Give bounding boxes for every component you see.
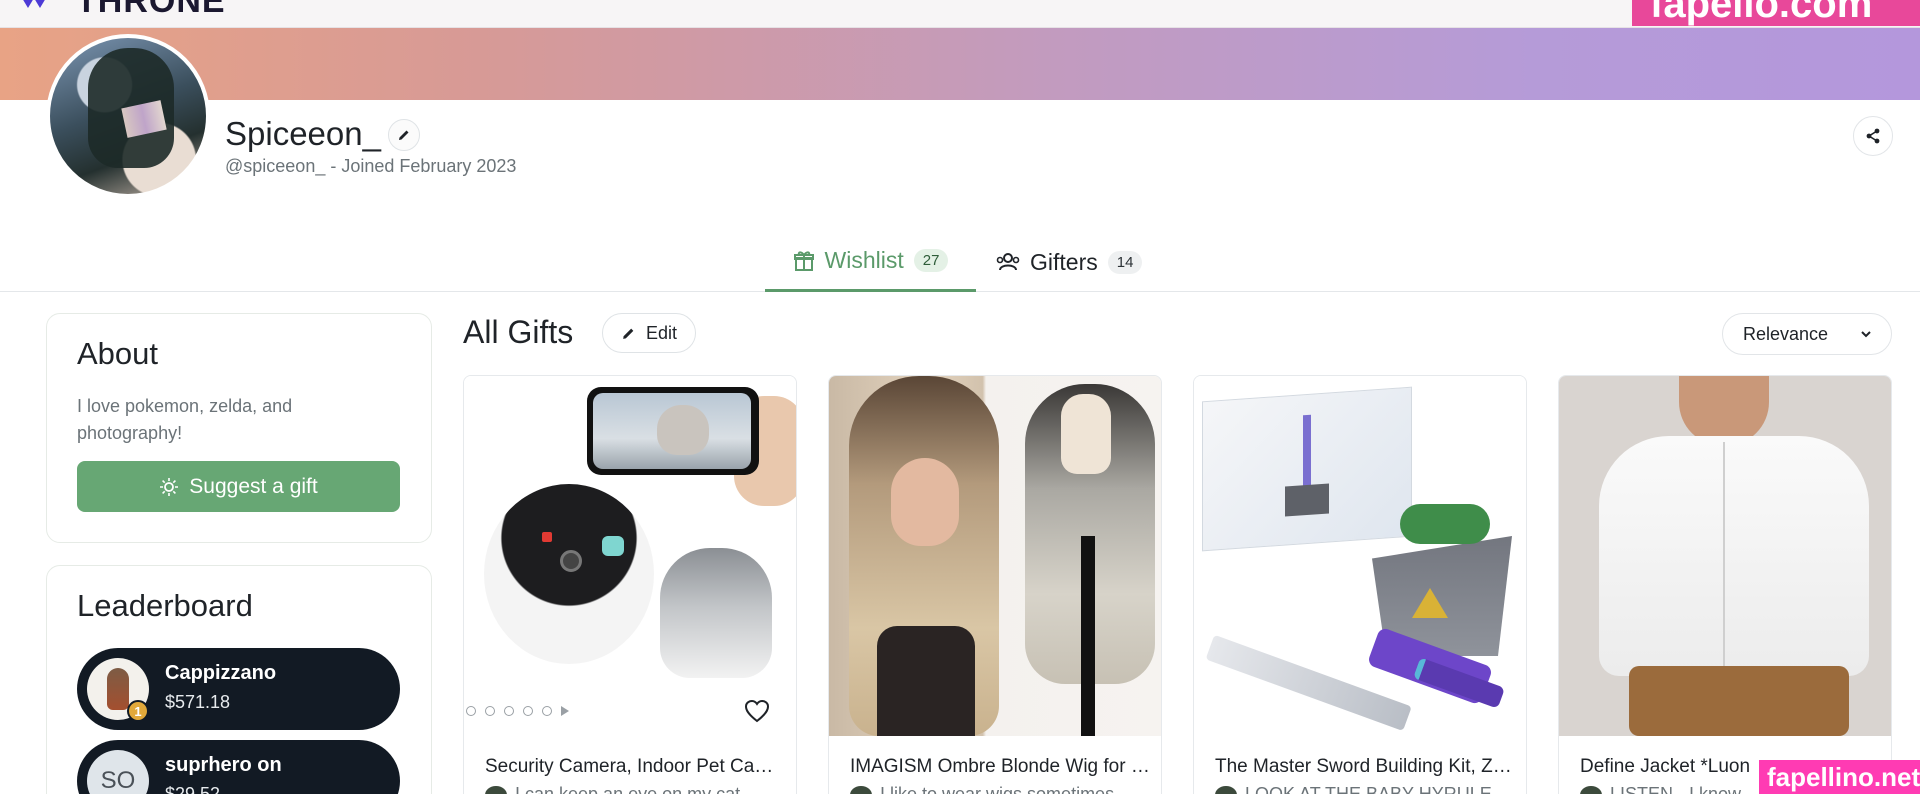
gift-image[interactable] xyxy=(1194,376,1526,736)
tab-gifters-count: 14 xyxy=(1107,250,1143,274)
gifter-name: suprhero on xyxy=(165,754,282,776)
gift-image[interactable] xyxy=(464,376,796,736)
about-card: About I love pokemon, zelda, and photogr… xyxy=(46,313,432,543)
gift-card[interactable]: Define Jacket *Luon LISTEN - I know xyxy=(1558,375,1892,794)
image-top xyxy=(877,626,975,736)
leaderboard-entry[interactable]: 1 Cappizzano $571.18 xyxy=(77,648,400,730)
profile-banner xyxy=(0,28,1920,100)
image-detail xyxy=(1285,483,1329,517)
tab-wishlist[interactable]: Wishlist 27 xyxy=(765,232,976,292)
carousel-dots[interactable] xyxy=(466,706,569,716)
share-button[interactable] xyxy=(1853,116,1893,156)
tab-wishlist-count: 27 xyxy=(913,249,949,272)
owner-avatar xyxy=(1580,786,1602,794)
pencil-icon xyxy=(623,328,634,339)
image-camera-robot xyxy=(484,484,654,664)
image-zip xyxy=(1723,442,1725,672)
gift-note-text: I like to wear wigs sometimes xyxy=(880,784,1115,794)
image-stand xyxy=(1081,536,1095,736)
image-trees xyxy=(1400,504,1490,544)
gift-card[interactable]: The Master Sword Building Kit, Zelda LOO… xyxy=(1193,375,1527,794)
image-legs xyxy=(1629,666,1849,736)
image-phone xyxy=(587,387,759,475)
carousel-dot[interactable] xyxy=(523,706,533,716)
rank-badge: 1 xyxy=(127,700,149,722)
gift-title[interactable]: The Master Sword Building Kit, Zelda xyxy=(1215,756,1515,778)
leaderboard-title: Leaderboard xyxy=(77,588,253,623)
carousel-dot[interactable] xyxy=(485,706,495,716)
top-nav-bar: THRONE fapello.com xyxy=(0,0,1920,28)
gifter-amount: $571.18 xyxy=(165,692,231,712)
sort-value: Relevance xyxy=(1743,323,1829,344)
profile-handle: @spiceeon_ - Joined February 2023 xyxy=(225,156,517,176)
image-detail xyxy=(1303,414,1311,496)
avatar-bird xyxy=(107,668,129,710)
tab-wishlist-label: Wishlist xyxy=(824,247,904,273)
about-bio: I love pokemon, zelda, and photography! xyxy=(77,396,293,443)
image-kitten xyxy=(660,548,772,678)
owner-avatar xyxy=(485,786,507,794)
image-mannequin xyxy=(1061,394,1111,474)
gift-title[interactable]: IMAGISM Ombre Blonde Wig for Women xyxy=(850,756,1150,778)
tab-gifters-label: Gifters xyxy=(1030,248,1098,275)
lightbulb-icon xyxy=(160,477,179,496)
edit-gifts-button[interactable]: Edit xyxy=(602,313,696,353)
watermark-bottom: fapellino.net xyxy=(1759,760,1920,794)
suggest-gift-label: Suggest a gift xyxy=(189,474,318,498)
gift-image[interactable] xyxy=(829,376,1161,736)
sort-select[interactable]: Relevance xyxy=(1722,313,1892,355)
image-detail xyxy=(560,550,582,572)
profile-display-name: Spiceeon_ xyxy=(225,115,381,152)
image-cat xyxy=(657,405,709,455)
watermark-top: fapello.com xyxy=(1632,0,1920,26)
edit-profile-button[interactable] xyxy=(388,119,420,151)
triforce-icon xyxy=(1412,588,1448,618)
image-detail xyxy=(602,536,624,556)
play-icon[interactable] xyxy=(561,706,569,716)
image-jacket xyxy=(1599,436,1869,676)
gift-note-text: LISTEN - I know xyxy=(1610,784,1742,794)
gift-note-text: I can keep an eye on my cat xyxy=(515,784,741,794)
about-title: About xyxy=(77,336,159,371)
suggest-gift-button[interactable]: Suggest a gift xyxy=(77,461,400,512)
pencil-icon xyxy=(399,130,409,140)
tab-gifters[interactable]: Gifters 14 xyxy=(996,232,1156,292)
gift-note-text: LOOK AT THE BABY HYRULE xyxy=(1245,784,1492,794)
users-icon xyxy=(996,253,1020,271)
edit-gifts-label: Edit xyxy=(645,322,678,343)
chevron-down-icon xyxy=(1861,331,1871,338)
gifter-avatar: SO xyxy=(87,750,149,794)
gift-note: I can keep an eye on my cat xyxy=(485,784,785,794)
image-face xyxy=(891,458,959,546)
brand-name[interactable]: THRONE xyxy=(76,0,226,18)
heart-icon[interactable] xyxy=(744,699,770,723)
profile-avatar xyxy=(46,34,210,198)
gift-icon xyxy=(793,250,814,271)
owner-avatar xyxy=(850,786,872,794)
gifter-name: Cappizzano xyxy=(165,662,277,684)
gift-note: I like to wear wigs sometimes xyxy=(850,784,1150,794)
carousel-dot[interactable] xyxy=(504,706,514,716)
gifts-section-title: All Gifts xyxy=(463,314,574,350)
image-detail xyxy=(542,532,552,542)
carousel-dot[interactable] xyxy=(466,706,476,716)
leaderboard-entry[interactable]: SO suprhero on $29.52 xyxy=(77,740,400,794)
leaderboard-card: Leaderboard 1 Cappizzano $571.18 SO supr… xyxy=(46,565,432,794)
gift-note: LOOK AT THE BABY HYRULE xyxy=(1215,784,1515,794)
gift-title[interactable]: Security Camera, Indoor Pet Camera xyxy=(485,756,785,778)
gifter-amount: $29.52 xyxy=(165,784,221,794)
throne-logo-icon[interactable] xyxy=(14,0,56,10)
gift-card[interactable]: Security Camera, Indoor Pet Camera I can… xyxy=(463,375,797,794)
owner-avatar xyxy=(1215,786,1237,794)
share-icon xyxy=(1866,128,1880,144)
profile-tabs: Wishlist 27 Gifters 14 xyxy=(0,232,1920,292)
gift-image[interactable] xyxy=(1559,376,1891,736)
carousel-dot[interactable] xyxy=(542,706,552,716)
image-box xyxy=(1202,386,1412,552)
gift-card[interactable]: IMAGISM Ombre Blonde Wig for Women I lik… xyxy=(828,375,1162,794)
